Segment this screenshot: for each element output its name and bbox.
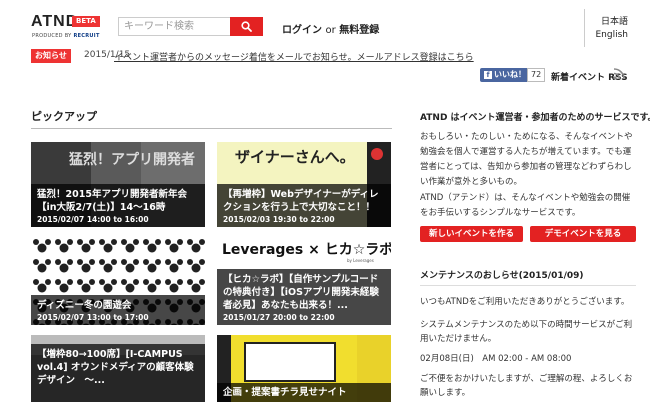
demo-event-button[interactable]: デモイベントを見る	[530, 226, 636, 242]
event-card-caption: ディズニー冬の園遊会 2015/02/07 13:00 to 17:00	[31, 295, 205, 325]
like-count: 72	[527, 68, 546, 82]
event-card-caption: 【ヒカ☆ラボ】【自作サンプルコードの特典付き】【iOSアプリ開発未経験者必見】あ…	[217, 269, 391, 325]
search-icon	[241, 21, 252, 32]
event-time: 2015/01/27 20:00 to 22:00	[223, 313, 335, 322]
pickup-divider	[31, 128, 392, 129]
svg-text:Leverages × ヒカ☆ラボ: Leverages × ヒカ☆ラボ	[222, 242, 391, 258]
search-form	[118, 17, 263, 36]
maintenance-line-1: いつもATNDをご利用いただきありがとうございます。	[420, 297, 630, 307]
svg-text:by Leverages: by Leverages	[347, 258, 374, 263]
maintenance-divider	[420, 285, 636, 286]
event-card[interactable]: 【増枠80→100席】[I-CAMPUS vol.4] オウンドメディアの顧客体…	[31, 335, 205, 402]
beta-badge: BETA	[72, 16, 100, 27]
notice-badge: お知らせ	[31, 49, 71, 63]
about-heading: ATND はイベント運営者・参加者のためのサービスです。	[420, 113, 650, 123]
event-title: 企画・提案書チラ見せナイト	[223, 387, 347, 398]
event-card-caption: 【増枠80→100席】[I-CAMPUS vol.4] オウンドメディアの顧客体…	[31, 344, 205, 402]
event-title: 【再増枠】Webデザイナーがディレクションを行う上で大切なこと！！	[223, 189, 379, 213]
event-card-caption: 企画・提案書チラ見せナイト	[217, 383, 391, 402]
svg-text:ザイナーさんへ。: ザイナーさんへ。	[235, 148, 355, 166]
auth-links: ログイン or 無料登録	[282, 21, 379, 36]
header-divider	[584, 9, 585, 47]
event-title: 【ヒカ☆ラボ】【自作サンプルコードの特典付き】【iOSアプリ開発未経験者必見】あ…	[223, 274, 379, 311]
event-card[interactable]: Leverages × ヒカ☆ラボ by Leverages 【ヒカ☆ラボ】【自…	[217, 237, 391, 325]
maintenance-line-4: ご不便をおかけいたしますが、ご理解の程、よろしくお願いします。	[420, 374, 633, 398]
event-card[interactable]: ザイナーさんへ。 【再増枠】Webデザイナーがディレクションを行う上で大切なこと…	[217, 142, 391, 227]
event-card[interactable]: 猛烈！アプリ開発者 猛烈！2015年アプリ開発者新年会【in大阪2/7(土)】1…	[31, 142, 205, 227]
event-card-caption: 【再増枠】Webデザイナーがディレクションを行う上で大切なこと！！ 2015/0…	[217, 184, 391, 227]
search-input[interactable]	[118, 17, 230, 36]
event-card[interactable]: ディズニー冬の園遊会 2015/02/07 13:00 to 17:00	[31, 237, 205, 325]
recruit-logo: RECRUIT	[73, 33, 100, 39]
maintenance-line-3: 02月08日(日) AM 02:00 - AM 08:00	[420, 354, 572, 364]
pickup-heading: ピックアップ	[31, 110, 97, 123]
or-text: or	[325, 25, 336, 36]
event-title: 猛烈！2015年アプリ開発者新年会【in大阪2/7(土)】14〜16時	[37, 189, 187, 213]
notice-link[interactable]: イベント運営者からのメッセージ着信をメールでお知らせ。メールアドレス登録はこちら	[114, 50, 474, 63]
facebook-icon: f	[484, 71, 492, 79]
event-time: 2015/02/07 14:00 to 16:00	[37, 215, 149, 224]
event-time: 2015/02/07 13:00 to 17:00	[37, 313, 149, 322]
register-link[interactable]: 無料登録	[339, 25, 379, 36]
lang-english-link[interactable]: English	[596, 30, 629, 40]
maintenance-line-2: システムメンテナンスのため以下の時間サービスがご利用いただけません。	[420, 320, 633, 344]
atnd-logo[interactable]: ATND BETA PRODUCED BY RECRUIT	[31, 13, 100, 39]
about-paragraph-1: おもしろい・たのしい・ためになる、そんなイベントや勉強会を個人で運営する人たちが…	[420, 132, 633, 187]
maintenance-heading: メンテナンスのおしらせ(2015/01/09)	[420, 271, 584, 281]
create-event-button[interactable]: 新しいイベントを作る	[420, 226, 523, 242]
search-button[interactable]	[230, 17, 263, 36]
lang-japanese-link[interactable]: 日本語	[601, 14, 628, 27]
svg-text:猛烈！アプリ開発者: 猛烈！アプリ開発者	[68, 151, 195, 168]
logo-byline: PRODUCED BY RECRUIT	[32, 33, 100, 39]
event-card-caption: 猛烈！2015年アプリ開発者新年会【in大阪2/7(土)】14〜16時 2015…	[31, 184, 205, 227]
event-card[interactable]: 企画・提案書チラ見せナイト	[217, 335, 391, 402]
event-time: 2015/02/03 19:30 to 22:00	[223, 215, 335, 224]
event-title: ディズニー冬の園遊会	[37, 300, 132, 311]
rss-icon[interactable]	[613, 67, 626, 80]
facebook-like-button[interactable]: f いいね！	[480, 68, 530, 82]
login-link[interactable]: ログイン	[282, 25, 322, 36]
about-paragraph-2: ATND（アテンド）は、そんなイベントや勉強会の開催をお手伝いするシンプルなサー…	[420, 193, 631, 218]
event-title: 【増枠80→100席】[I-CAMPUS vol.4] オウンドメディアの顧客体…	[37, 349, 194, 386]
